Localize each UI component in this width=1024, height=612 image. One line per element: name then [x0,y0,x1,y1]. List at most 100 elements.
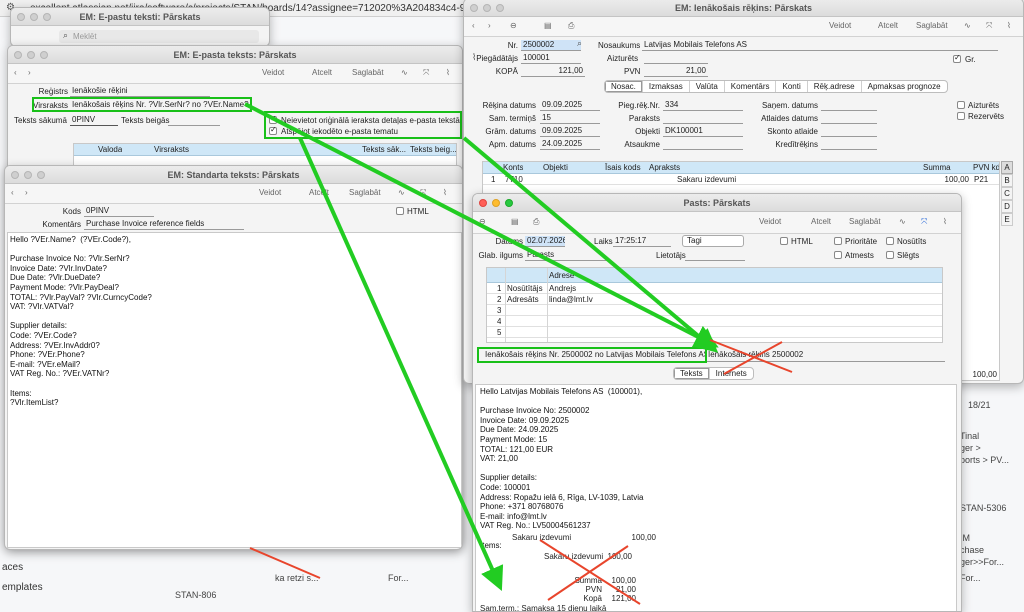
view-menu-button[interactable]: Veidot [829,21,851,30]
frozen-field[interactable] [644,53,708,64]
expand-icon[interactable]: ⤧ [986,21,992,31]
back-icon[interactable]: ‹ [11,188,14,197]
reserved-checkbox[interactable] [957,112,965,120]
print-icon[interactable]: ▤ [544,21,552,30]
tab-text[interactable]: Teksts [674,368,710,379]
when-select[interactable]: Tagi [682,235,744,247]
attach-icon[interactable]: ⌇ [443,188,447,197]
forward-icon[interactable]: › [488,21,491,30]
tab-comment[interactable]: Komentārs [725,81,777,92]
save-button[interactable]: Saglabāt [916,21,948,30]
search-icon[interactable]: ⌕ [577,38,582,49]
cancel-button[interactable]: Atcelt [309,188,329,197]
cancel-button[interactable]: Atcelt [312,68,332,77]
options-icon[interactable]: ⊖ [479,217,486,226]
pay-date-field[interactable]: 24.09.2025 [540,139,600,150]
signature-field[interactable] [663,113,743,124]
table-row[interactable]: 2 Adresāts linda@lmt.lv [487,294,942,305]
time-field[interactable]: 17:25:17 [613,236,671,247]
tab-costs[interactable]: Izmaksas [643,81,690,92]
letter-tab[interactable]: B [1001,174,1013,187]
tab-accounts[interactable]: Konti [776,81,808,92]
bg-sidebar-item[interactable]: aces [2,562,23,573]
skonto-field[interactable] [821,126,877,137]
cancel-button[interactable]: Atcelt [878,21,898,30]
refused-checkbox[interactable] [834,251,842,259]
letter-index[interactable]: A B C D E [1001,161,1013,226]
received-date-field[interactable] [821,100,877,111]
user-field[interactable] [685,250,745,261]
address-grid[interactable]: Adrese 1 Nosūtītājs Andrejs 2 Adresāts linda… [486,267,943,343]
pulse-icon[interactable]: ∿ [964,21,971,30]
tab-conditions[interactable]: Nosac. [605,81,643,92]
letter-tab[interactable]: E [1001,213,1013,226]
print-icon[interactable]: ▤ [511,217,519,226]
table-row[interactable]: 4 [487,316,942,327]
expand-icon[interactable]: ⤧ [423,68,429,78]
forward-icon[interactable]: › [25,188,28,197]
tab-currency[interactable]: Valūta [690,81,725,92]
template-body[interactable]: Hello ?VEr.Name? (?VEr.Code?), Purchase … [7,232,462,548]
priority-checkbox[interactable] [834,237,842,245]
attach-icon[interactable]: ⌇ [943,217,947,226]
name-field[interactable]: Latvijas Mobilais Telefons AS [642,40,998,51]
search-input[interactable]: Meklēt [59,30,259,43]
comment-field[interactable]: Purchase Invoice reference fields [84,219,244,230]
attach-icon[interactable]: ⌇ [472,52,476,63]
table-row[interactable]: 5 [487,327,942,338]
pulse-icon[interactable]: ∿ [899,217,906,226]
invoice-tabs[interactable]: Nosac. Izmaksas Valūta Komentārs Konti R… [604,80,948,93]
letter-tab[interactable]: A [1001,161,1013,174]
pulse-icon[interactable]: ∿ [398,188,405,197]
save-button[interactable]: Saglabāt [849,217,881,226]
back-icon[interactable]: ‹ [472,21,475,30]
supplier-field[interactable]: 100001 [521,53,581,64]
store-field[interactable]: Parasts [525,250,609,261]
payment-term-field[interactable]: 15 [540,113,600,124]
table-row[interactable]: 1 7710 Sakaru izdevumi 100,00 P21 [483,174,999,185]
options-icon[interactable]: ⊖ [510,21,517,30]
bg-issue-key[interactable]: STAN-806 [175,590,216,600]
attach-icon[interactable]: ⌇ [446,68,450,77]
reference-field[interactable] [663,139,743,150]
save-button[interactable]: Saglabāt [352,68,384,77]
sent-checkbox[interactable] [886,237,894,245]
table-row[interactable]: 3 [487,305,942,316]
html-checkbox[interactable] [396,207,404,215]
tab-invoice-address[interactable]: Rēķ.adrese [808,81,862,92]
code-field[interactable]: 0PINV [84,206,154,217]
posting-date-field[interactable]: 09.09.2025 [540,126,600,137]
print-preview-icon[interactable]: ⎙ [533,217,539,227]
nr-field[interactable]: 2500002 [521,40,581,51]
bg-sidebar-item[interactable]: emplates [2,582,43,593]
mail-body[interactable]: Hello Latvijas Mobilais Telefons AS (100… [475,384,957,611]
end-text-field[interactable] [168,115,220,126]
date-field[interactable]: 02.07.2026 [525,236,565,247]
mail-body-tabs[interactable]: Teksts Internets [673,367,754,380]
view-menu-button[interactable]: Veidot [759,217,781,226]
pulse-icon[interactable]: ∿ [401,68,408,77]
objects-field[interactable]: DK100001 [663,126,743,137]
print-preview-icon[interactable]: ⎙ [568,21,574,31]
bg-issue-key[interactable]: STAN-5306 [960,503,1006,513]
tab-internet[interactable]: Internets [710,368,753,379]
expand-icon[interactable]: ⤧ [921,217,927,227]
start-text-field[interactable]: 0PINV [70,115,118,126]
credit-invoice-field[interactable] [821,139,877,150]
discount-date-field[interactable] [821,113,877,124]
attach-icon[interactable]: ⌇ [1007,21,1011,30]
closed-checkbox[interactable] [886,251,894,259]
table-row[interactable]: 1 Nosūtītājs Andrejs [487,283,942,294]
view-menu-button[interactable]: Veidot [262,68,284,77]
supplier-invoice-field[interactable]: 334 [663,100,743,111]
register-field[interactable]: Ienākošie rēķini [70,86,210,97]
view-menu-button[interactable]: Veidot [259,188,281,197]
letter-tab[interactable]: C [1001,187,1013,200]
tab-payment-forecast[interactable]: Apmaksas prognoze [862,81,947,92]
save-button[interactable]: Saglabāt [349,188,381,197]
frozen-checkbox[interactable] [957,101,965,109]
back-icon[interactable]: ‹ [14,68,17,77]
forward-icon[interactable]: › [28,68,31,77]
expand-icon[interactable]: ⤧ [420,188,426,198]
html-checkbox[interactable] [780,237,788,245]
